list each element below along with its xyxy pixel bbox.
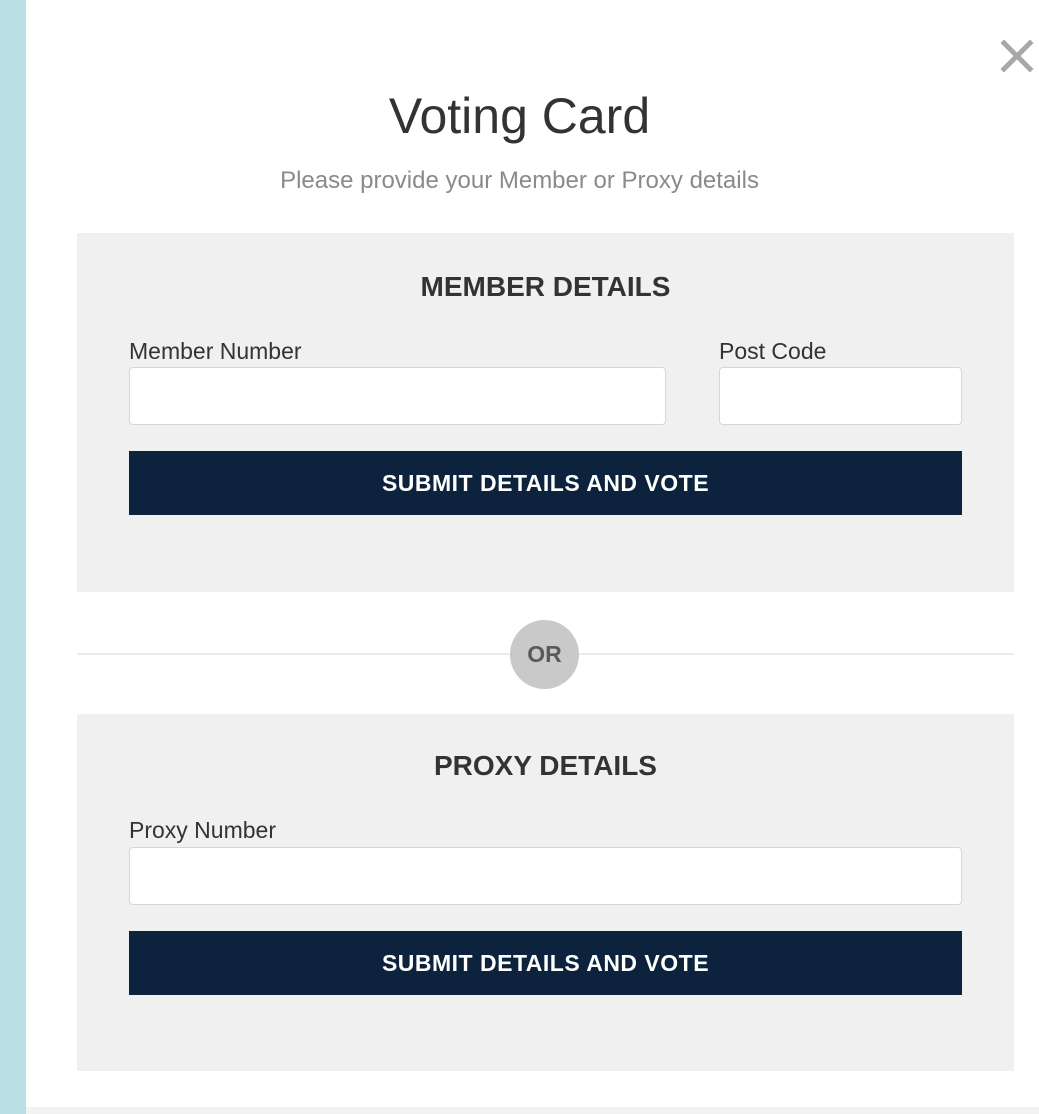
proxy-number-input[interactable] (129, 847, 962, 905)
post-code-input[interactable] (719, 367, 962, 425)
member-details-heading: MEMBER DETAILS (420, 271, 671, 302)
proxy-submit-button[interactable]: SUBMIT DETAILS AND VOTE (129, 931, 962, 995)
voting-card-modal: Voting Card Please provide your Member o… (26, 0, 1039, 1114)
modal-subtitle: Please provide your Member or Proxy deta… (280, 167, 759, 194)
proxy-details-panel: PROXY DETAILS Proxy Number SUBMIT DETAIL… (77, 714, 1014, 1071)
member-submit-button[interactable]: SUBMIT DETAILS AND VOTE (129, 451, 962, 515)
member-details-panel: MEMBER DETAILS Member Number Post Code S… (77, 233, 1014, 592)
member-number-label: Member Number (129, 338, 302, 364)
modal-title: Voting Card (388, 88, 651, 144)
modal-bottom-edge (26, 1107, 1039, 1114)
or-badge: OR (510, 620, 579, 689)
proxy-number-label: Proxy Number (129, 817, 276, 843)
member-number-input[interactable] (129, 367, 666, 425)
close-icon[interactable] (999, 38, 1035, 74)
proxy-details-heading: PROXY DETAILS (433, 750, 657, 781)
post-code-label: Post Code (719, 338, 827, 364)
